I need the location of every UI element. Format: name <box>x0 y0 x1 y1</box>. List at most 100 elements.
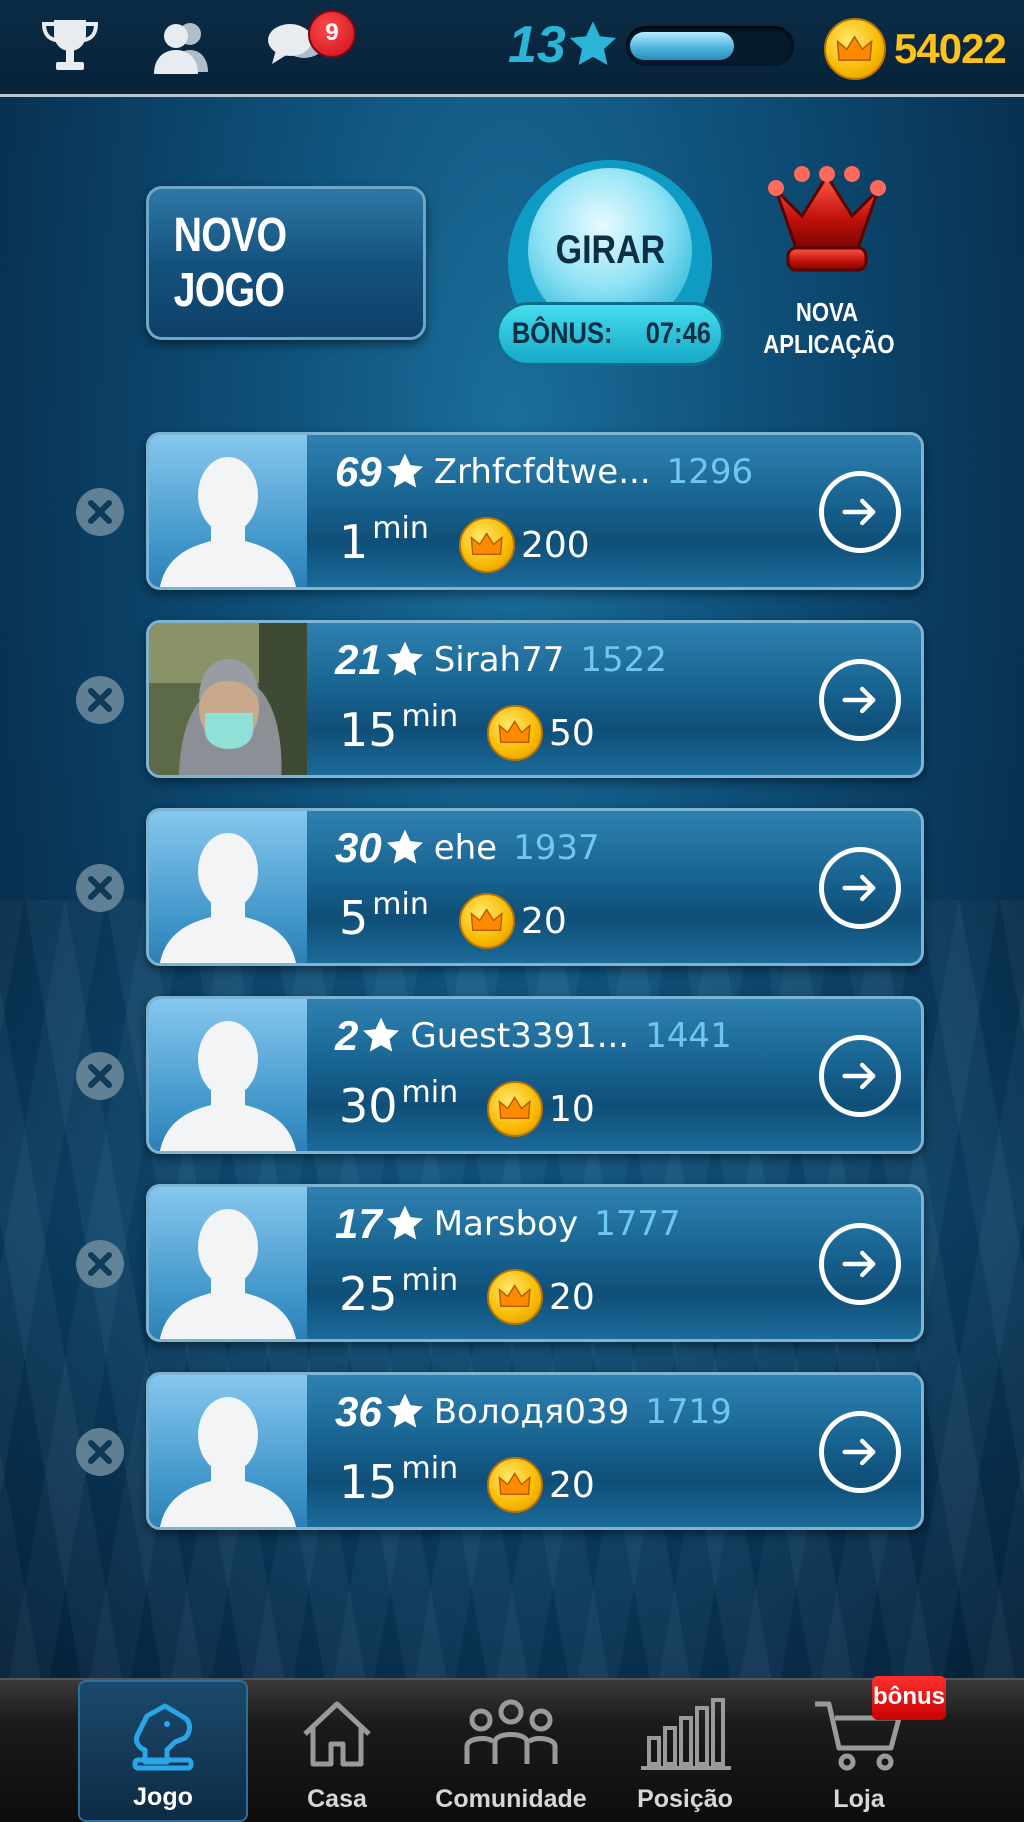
time-control: 25 min <box>339 1263 458 1327</box>
dismiss-icon[interactable] <box>76 488 124 536</box>
arrow-right-icon[interactable] <box>819 471 901 553</box>
game-card[interactable]: 17 Marsboy 1777 25 min 20 <box>146 1184 924 1342</box>
time-unit: min <box>401 1075 459 1110</box>
coin-icon <box>824 18 886 80</box>
game-card[interactable]: 30 ehe 1937 5 min 20 <box>146 808 924 966</box>
dismiss-icon[interactable] <box>76 676 124 724</box>
time-value: 30 <box>339 1079 398 1133</box>
player-info: 69 Zrhfcfdtwe... 1296 <box>335 448 754 495</box>
player-name: Marsboy <box>433 1204 579 1244</box>
player-level: 13 <box>508 10 620 80</box>
level-number: 13 <box>508 16 566 74</box>
house-icon <box>303 1701 371 1767</box>
coin-icon <box>487 1457 543 1513</box>
bet-amount: 200 <box>459 517 590 573</box>
dismiss-icon[interactable] <box>76 864 124 912</box>
time-value: 15 <box>339 703 398 757</box>
coin-icon <box>459 893 515 949</box>
new-app-label[interactable]: NOVA APLICAÇÃO <box>752 296 902 360</box>
arrow-right-icon[interactable] <box>819 1223 901 1305</box>
trophy-icon[interactable] <box>38 14 102 78</box>
game-row: 36 Володя039 1719 15 min 20 <box>76 1372 924 1530</box>
bet-value: 200 <box>521 524 590 566</box>
dismiss-icon[interactable] <box>76 1428 124 1476</box>
star-icon <box>386 829 423 864</box>
game-card[interactable]: 21 Sirah77 1522 15 min 50 <box>146 620 924 778</box>
player-level: 21 <box>335 636 382 683</box>
coin-icon <box>487 1269 543 1325</box>
time-control: 30 min <box>339 1075 458 1139</box>
dismiss-icon[interactable] <box>76 1240 124 1288</box>
xp-progress-bar <box>626 26 794 66</box>
new-game-label: NOVO JOGO <box>173 209 287 317</box>
bet-amount: 20 <box>487 1457 595 1513</box>
time-unit: min <box>372 511 429 546</box>
nav-item-posicao[interactable]: Posição <box>600 1680 770 1822</box>
game-card[interactable]: 2 Guest3391... 1441 30 min 10 <box>146 996 924 1154</box>
player-name: Guest3391... <box>410 1016 630 1056</box>
player-photo <box>149 623 307 775</box>
nav-label-casa: Casa <box>307 1785 367 1813</box>
player-rating: 1777 <box>594 1204 681 1244</box>
spin-label: GIRAR <box>555 227 665 272</box>
bet-amount: 20 <box>487 1269 595 1325</box>
time-unit: min <box>401 1263 459 1298</box>
arrow-right-icon[interactable] <box>819 1035 901 1117</box>
bet-value: 20 <box>549 1464 595 1506</box>
player-name: Sirah77 <box>433 640 565 680</box>
xp-progress-fill <box>630 32 734 60</box>
star-icon <box>386 1205 423 1240</box>
player-name: Володя039 <box>433 1392 630 1432</box>
dismiss-icon[interactable] <box>76 1052 124 1100</box>
coin-icon <box>459 517 515 573</box>
time-control: 5 min <box>339 887 429 951</box>
star-icon <box>363 1017 400 1052</box>
bet-value: 20 <box>521 900 567 942</box>
nav-item-comunidade[interactable]: Comunidade <box>426 1680 596 1822</box>
time-control: 15 min <box>339 1451 458 1515</box>
time-unit: min <box>372 887 429 922</box>
nav-item-casa[interactable]: Casa <box>252 1680 422 1822</box>
player-info: 36 Володя039 1719 <box>335 1388 732 1435</box>
bonus-timer: BÔNUS: 07:46 <box>496 302 724 366</box>
red-crown-icon[interactable] <box>762 160 892 290</box>
coin-icon <box>487 705 543 761</box>
new-app-line2: APLICAÇÃO <box>763 329 895 359</box>
game-row: 30 ehe 1937 5 min 20 <box>76 808 924 966</box>
player-name: ehe <box>433 828 498 868</box>
arrow-right-icon[interactable] <box>819 1411 901 1493</box>
time-unit: min <box>401 1451 459 1486</box>
star-icon <box>386 641 423 676</box>
player-info: 2 Guest3391... 1441 <box>335 1012 732 1059</box>
game-card[interactable]: 36 Володя039 1719 15 min 20 <box>146 1372 924 1530</box>
star-icon <box>569 21 617 66</box>
player-rating: 1296 <box>666 452 754 492</box>
nav-item-jogo[interactable]: Jogo <box>78 1680 248 1822</box>
new-game-button[interactable]: NOVO JOGO <box>146 186 426 340</box>
nav-label-posicao: Posição <box>637 1785 733 1813</box>
friends-icon[interactable] <box>150 14 214 78</box>
game-row: 69 Zrhfcfdtwe... 1296 1 min 200 <box>76 432 924 590</box>
game-card[interactable]: 69 Zrhfcfdtwe... 1296 1 min 200 <box>146 432 924 590</box>
bet-amount: 50 <box>487 705 595 761</box>
bet-value: 50 <box>549 712 595 754</box>
coin-balance[interactable]: 54022 <box>824 18 1007 80</box>
bottom-nav: Jogo Casa Comunidade Posição Loja <box>0 1678 1024 1822</box>
bet-amount: 10 <box>487 1081 595 1137</box>
player-name: Zrhfcfdtwe... <box>433 452 651 492</box>
community-icon <box>464 1699 558 1764</box>
default-avatar-icon <box>149 435 307 587</box>
player-rating: 1522 <box>580 640 667 680</box>
player-level: 2 <box>335 1012 359 1059</box>
arrow-right-icon[interactable] <box>819 847 901 929</box>
nav-label-jogo: Jogo <box>133 1783 193 1811</box>
bet-amount: 20 <box>459 893 567 949</box>
arrow-right-icon[interactable] <box>819 659 901 741</box>
star-icon <box>386 453 423 488</box>
game-row: 17 Marsboy 1777 25 min 20 <box>76 1184 924 1342</box>
player-rating: 1719 <box>645 1392 732 1432</box>
player-rating: 1937 <box>513 828 600 868</box>
time-value: 1 <box>339 515 369 569</box>
game-row: 2 Guest3391... 1441 30 min 10 <box>76 996 924 1154</box>
bonus-timer-value: 07:46 <box>645 317 711 350</box>
